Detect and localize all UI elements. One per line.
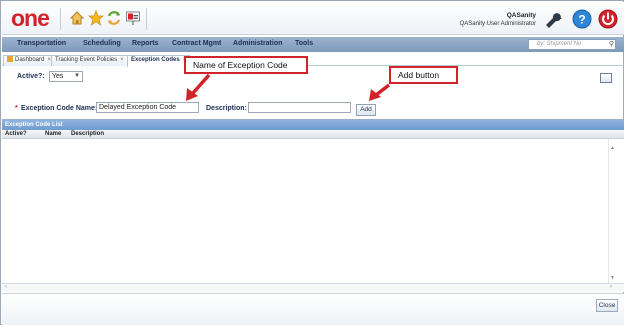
callout-add-button: Add button — [389, 66, 458, 84]
exception-code-name-label: Exception Code Name: — [21, 105, 98, 112]
nav-contract-mgmt[interactable]: Contract Mgmt — [172, 40, 221, 47]
home-icon[interactable] — [69, 10, 85, 26]
tab-dashboard[interactable]: Dashboard × — [3, 55, 55, 66]
nav-transportation[interactable]: Transportation — [17, 40, 66, 47]
required-marker: * — [15, 105, 18, 112]
header-divider — [60, 8, 61, 30]
tools-wrench-icon[interactable] — [542, 9, 564, 29]
grid-body — [2, 139, 624, 283]
tab-tracking-event-policies[interactable]: Tracking Event Policies × — [51, 55, 128, 66]
column-header-active[interactable]: Active? — [5, 130, 27, 139]
report-export-icon[interactable] — [600, 73, 612, 83]
active-filter-label: Active?: — [17, 73, 45, 80]
exception-code-grid: Exception Code List Active? Name Descrip… — [2, 119, 624, 293]
search-placeholder: by: Shipment No — [537, 41, 582, 47]
user-info: QASanity QASanity User Administrator — [460, 12, 536, 28]
grid-title: Exception Code List — [2, 120, 624, 130]
exception-code-name-input[interactable]: Delayed Exception Code — [96, 102, 199, 113]
nav-administration[interactable]: Administration — [233, 40, 282, 47]
page-footer: Close — [2, 293, 624, 325]
scroll-up-icon[interactable]: ▲ — [610, 145, 615, 151]
search-icon[interactable]: ⚲ — [609, 40, 614, 49]
power-logout-icon[interactable] — [598, 9, 618, 29]
app-header: one QASanity QASanity User Administrator — [2, 2, 624, 35]
scroll-down-icon[interactable]: ▼ — [610, 275, 615, 281]
grid-header-row: Active? Name Description — [2, 130, 624, 139]
scroll-right-icon[interactable]: › — [610, 284, 612, 290]
help-icon[interactable]: ? — [572, 9, 592, 29]
nav-scheduling[interactable]: Scheduling — [83, 40, 121, 47]
active-filter-value: Yes — [52, 73, 64, 80]
app-logo: one — [11, 5, 50, 31]
column-header-description[interactable]: Description — [71, 130, 104, 139]
description-label: Description: — [206, 105, 247, 112]
svg-text:?: ? — [578, 13, 585, 27]
arrow-to-code-name — [186, 73, 211, 101]
tab-label: Dashboard — [15, 57, 45, 63]
arrow-to-add-button — [369, 83, 391, 101]
column-header-name[interactable]: Name — [45, 130, 61, 139]
app-window: one QASanity QASanity User Administrator — [0, 0, 624, 325]
close-tab-icon[interactable]: × — [120, 57, 124, 63]
header-divider — [146, 8, 147, 30]
tab-strip: Dashboard × Tracking Event Policies × Exce… — [2, 55, 624, 67]
tab-exception-codes[interactable]: Exception Codes× — [127, 55, 191, 67]
nav-reports[interactable]: Reports — [132, 40, 158, 47]
presentation-icon[interactable] — [125, 10, 141, 26]
dashboard-home-icon — [7, 56, 13, 63]
shipment-search-input[interactable]: by: Shipment No ⚲ — [528, 39, 616, 50]
vertical-scrollbar[interactable]: ▲ ▼ — [608, 139, 616, 283]
tab-label: Exception Codes — [131, 57, 180, 63]
favorites-star-icon[interactable] — [88, 10, 104, 26]
scroll-left-icon[interactable]: ‹ — [5, 284, 7, 290]
horizontal-scrollbar[interactable]: ‹ › — [2, 283, 624, 292]
user-name: QASanity — [506, 12, 536, 19]
callout-exception-code-name: Name of Exception Code — [184, 56, 308, 74]
user-role: QASanity User Administrator — [459, 21, 536, 27]
description-input[interactable] — [248, 102, 351, 113]
chevron-down-icon: ▼ — [74, 73, 80, 79]
close-button[interactable]: Close — [596, 299, 618, 312]
active-filter-select[interactable]: Yes ▼ — [49, 71, 83, 82]
nav-tools[interactable]: Tools — [295, 40, 313, 47]
tab-label: Tracking Event Policies — [55, 57, 118, 63]
refresh-icon[interactable] — [106, 10, 122, 26]
main-nav: Transportation Scheduling Reports Contra… — [2, 37, 624, 52]
add-button[interactable]: Add — [356, 104, 376, 116]
